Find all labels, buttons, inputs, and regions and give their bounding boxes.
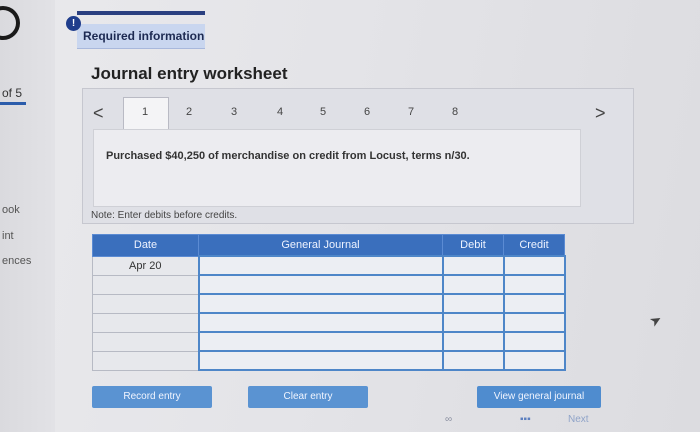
alert-icon: ! xyxy=(66,16,81,31)
tab-3[interactable]: 3 xyxy=(228,106,240,118)
account-select[interactable] xyxy=(197,274,444,295)
progress-indicator xyxy=(0,102,26,105)
transaction-description: Purchased $40,250 of merchandise on cred… xyxy=(106,150,470,162)
record-entry-button[interactable]: Record entry xyxy=(92,386,212,408)
date-cell[interactable] xyxy=(92,312,199,333)
credit-input[interactable] xyxy=(502,274,566,295)
chevron-right-icon[interactable]: > xyxy=(595,103,606,124)
tab-2[interactable]: 2 xyxy=(183,106,195,118)
table-row xyxy=(92,274,566,295)
journal-worksheet: < 1 2 3 4 5 6 7 8 > Purchased $40,250 of… xyxy=(82,88,634,224)
next-button[interactable]: Next xyxy=(568,414,589,425)
link-icon[interactable]: ∞ xyxy=(445,414,452,425)
sidebar-label-print[interactable]: int xyxy=(2,230,14,242)
debit-input[interactable] xyxy=(441,350,505,371)
question-counter: of 5 xyxy=(2,86,23,100)
tab-8[interactable]: 8 xyxy=(449,106,461,118)
table-header-row: Date General Journal Debit Credit xyxy=(92,234,565,257)
table-row xyxy=(92,350,566,371)
credit-input[interactable] xyxy=(502,312,566,333)
date-cell[interactable] xyxy=(92,293,199,314)
instruction-note: Note: Enter debits before credits. xyxy=(91,210,238,221)
column-header-credit: Credit xyxy=(503,234,565,257)
column-header-general-journal: General Journal xyxy=(198,234,443,257)
required-divider xyxy=(77,11,205,15)
required-information-label: Required information xyxy=(83,29,205,43)
transaction-description-box: Purchased $40,250 of merchandise on cred… xyxy=(93,129,581,207)
table-row xyxy=(92,331,566,352)
tab-bar: < 1 2 3 4 5 6 7 8 > xyxy=(83,97,633,130)
account-select[interactable] xyxy=(197,312,444,333)
column-header-date: Date xyxy=(92,234,199,257)
account-select[interactable] xyxy=(197,255,444,276)
mouse-cursor-icon: ➤ xyxy=(646,310,665,330)
required-information-banner[interactable]: Required information xyxy=(77,24,205,49)
table-row xyxy=(92,312,566,333)
account-select[interactable] xyxy=(197,293,444,314)
credit-input[interactable] xyxy=(502,255,566,276)
tab-5[interactable]: 5 xyxy=(317,106,329,118)
column-header-debit: Debit xyxy=(442,234,504,257)
clear-entry-button[interactable]: Clear entry xyxy=(248,386,368,408)
table-row: Apr 20 xyxy=(92,255,566,276)
date-cell[interactable] xyxy=(92,331,199,352)
sidebar-label-ebook[interactable]: ook xyxy=(2,204,20,216)
date-cell[interactable]: Apr 20 xyxy=(92,255,199,276)
debit-input[interactable] xyxy=(441,331,505,352)
debit-input[interactable] xyxy=(441,293,505,314)
debit-input[interactable] xyxy=(441,312,505,333)
table-row xyxy=(92,293,566,314)
tab-4[interactable]: 4 xyxy=(274,106,286,118)
chevron-left-icon[interactable]: < xyxy=(93,103,104,124)
tab-7[interactable]: 7 xyxy=(405,106,417,118)
left-sidebar xyxy=(0,0,55,432)
date-cell[interactable] xyxy=(92,274,199,295)
grid-icon[interactable]: ▪▪▪ xyxy=(520,414,531,425)
account-select[interactable] xyxy=(197,350,444,371)
credit-input[interactable] xyxy=(502,331,566,352)
account-select[interactable] xyxy=(197,331,444,352)
page-title: Journal entry worksheet xyxy=(91,64,288,83)
date-cell[interactable] xyxy=(92,350,199,371)
journal-table: Date General Journal Debit Credit Apr 20 xyxy=(92,234,566,371)
credit-input[interactable] xyxy=(502,293,566,314)
tab-1[interactable]: 1 xyxy=(139,106,151,118)
view-general-journal-button[interactable]: View general journal xyxy=(477,386,601,408)
credit-input[interactable] xyxy=(502,350,566,371)
sidebar-label-references[interactable]: ences xyxy=(2,255,31,267)
debit-input[interactable] xyxy=(441,274,505,295)
debit-input[interactable] xyxy=(441,255,505,276)
tab-6[interactable]: 6 xyxy=(361,106,373,118)
